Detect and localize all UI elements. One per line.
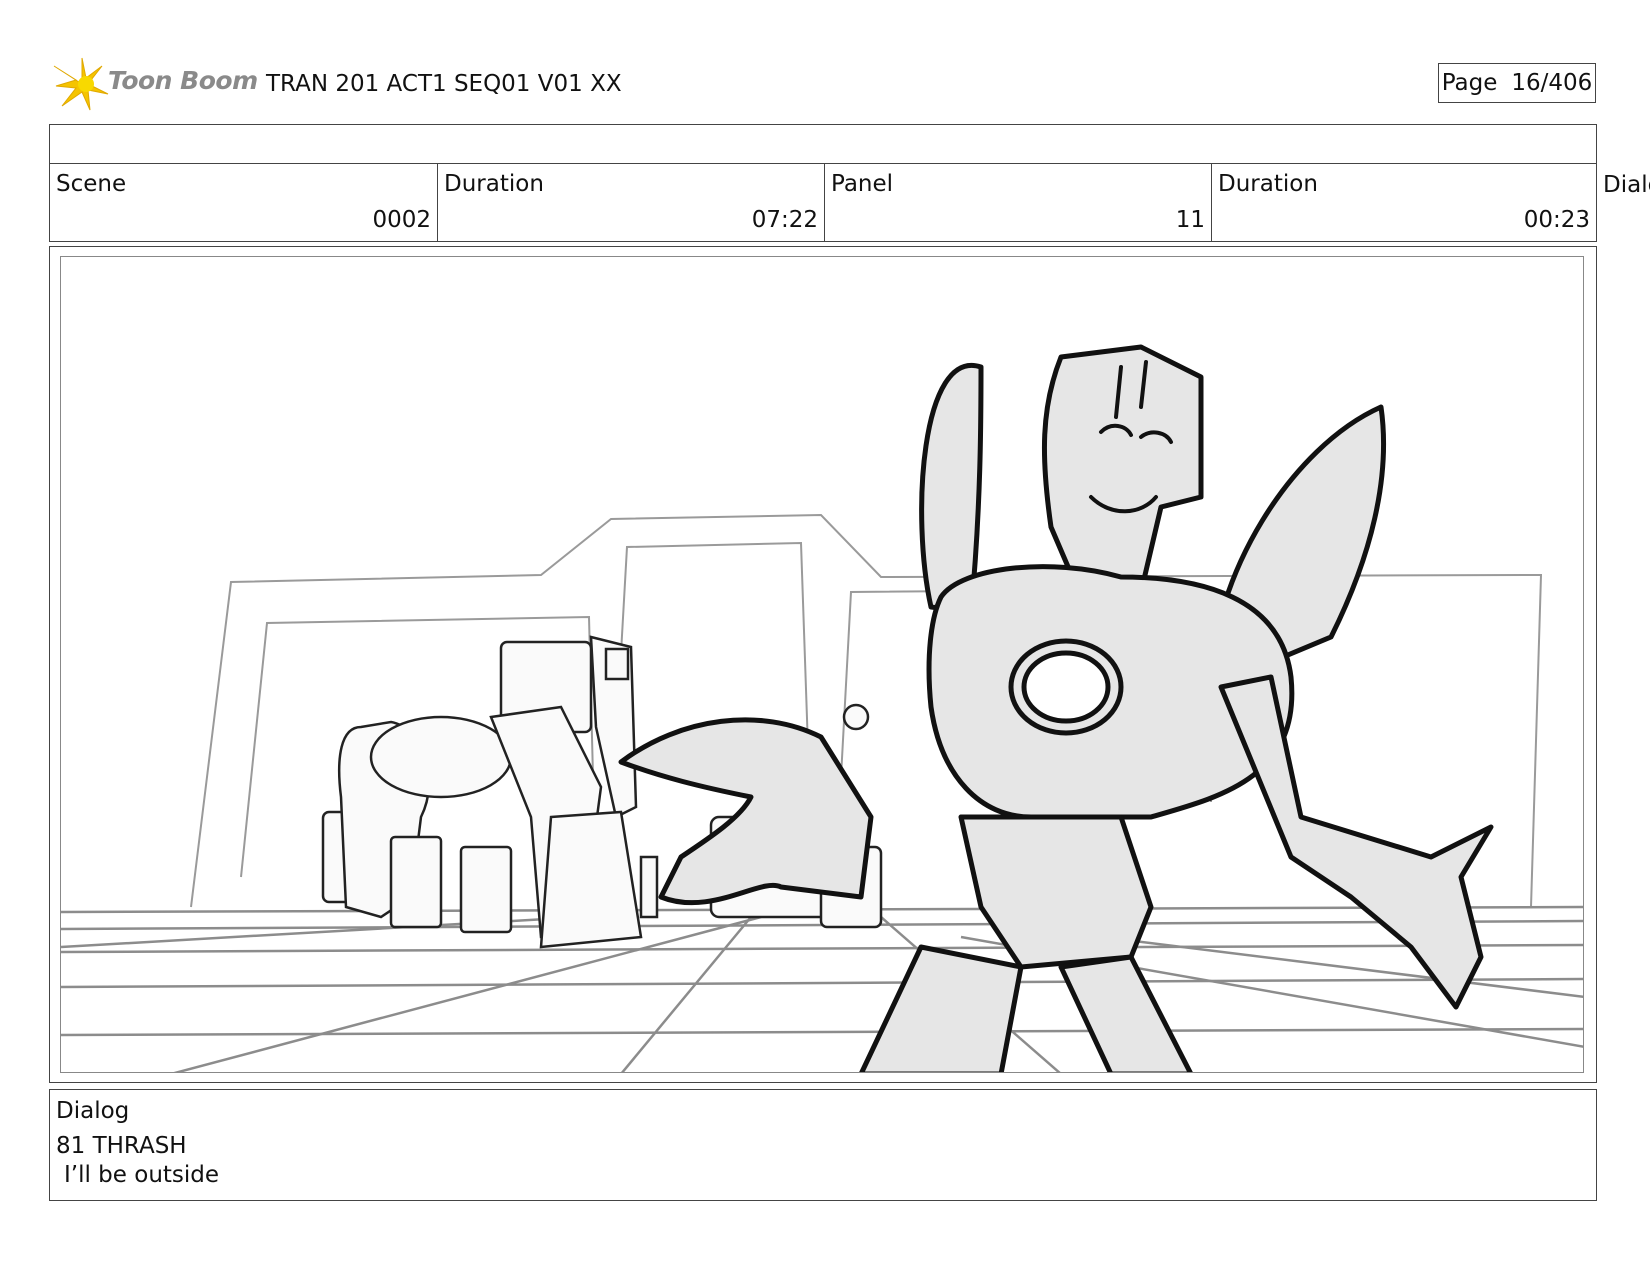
panel-info-table: Scene 0002 Duration 07:22 Panel 11 Durat… bbox=[49, 124, 1597, 242]
document-title: TRAN 201 ACT1 SEQ01 V01 XX bbox=[266, 71, 622, 97]
scene-cell: Scene 0002 bbox=[50, 163, 437, 241]
scene-number: 0002 bbox=[372, 207, 431, 233]
panel-number: 11 bbox=[1175, 207, 1205, 233]
scene-duration-cell: Duration 07:22 bbox=[437, 163, 824, 241]
scene-label: Scene bbox=[56, 171, 127, 197]
page-indicator: Page 16/406 bbox=[1438, 63, 1596, 103]
page-number: 16/406 bbox=[1511, 70, 1593, 96]
dialog-text-line: I’ll be outside bbox=[64, 1162, 220, 1188]
floor-grid bbox=[61, 905, 1583, 1072]
starburst-icon bbox=[53, 57, 109, 111]
sketch-drawing bbox=[61, 344, 1583, 1072]
scene-duration-value: 07:22 bbox=[751, 207, 818, 233]
panel-label: Panel bbox=[831, 171, 894, 197]
dialog-column-overflow-label: Dialo bbox=[1603, 172, 1650, 198]
logo-wordmark: Toon Boom bbox=[108, 66, 258, 95]
panel-cell: Panel 11 bbox=[824, 163, 1211, 241]
dialog-section: Dialog 81 THRASH I’ll be outside bbox=[49, 1089, 1597, 1201]
page-label: Page bbox=[1441, 70, 1498, 96]
scene-duration-label: Duration bbox=[444, 171, 544, 197]
storyboard-panel-image bbox=[60, 256, 1584, 1073]
foreground-robot bbox=[618, 344, 1494, 1072]
panel-duration-cell: Duration 00:23 bbox=[1211, 163, 1596, 241]
panel-duration-label: Duration bbox=[1218, 171, 1318, 197]
dialog-label: Dialog bbox=[56, 1098, 130, 1124]
toon-boom-logo: Toon Boom bbox=[52, 56, 258, 112]
storyboard-panel-frame bbox=[49, 246, 1597, 1083]
panel-duration-value: 00:23 bbox=[1523, 207, 1590, 233]
dialog-character-line: 81 THRASH bbox=[56, 1133, 187, 1159]
info-top-strip bbox=[50, 125, 1596, 164]
